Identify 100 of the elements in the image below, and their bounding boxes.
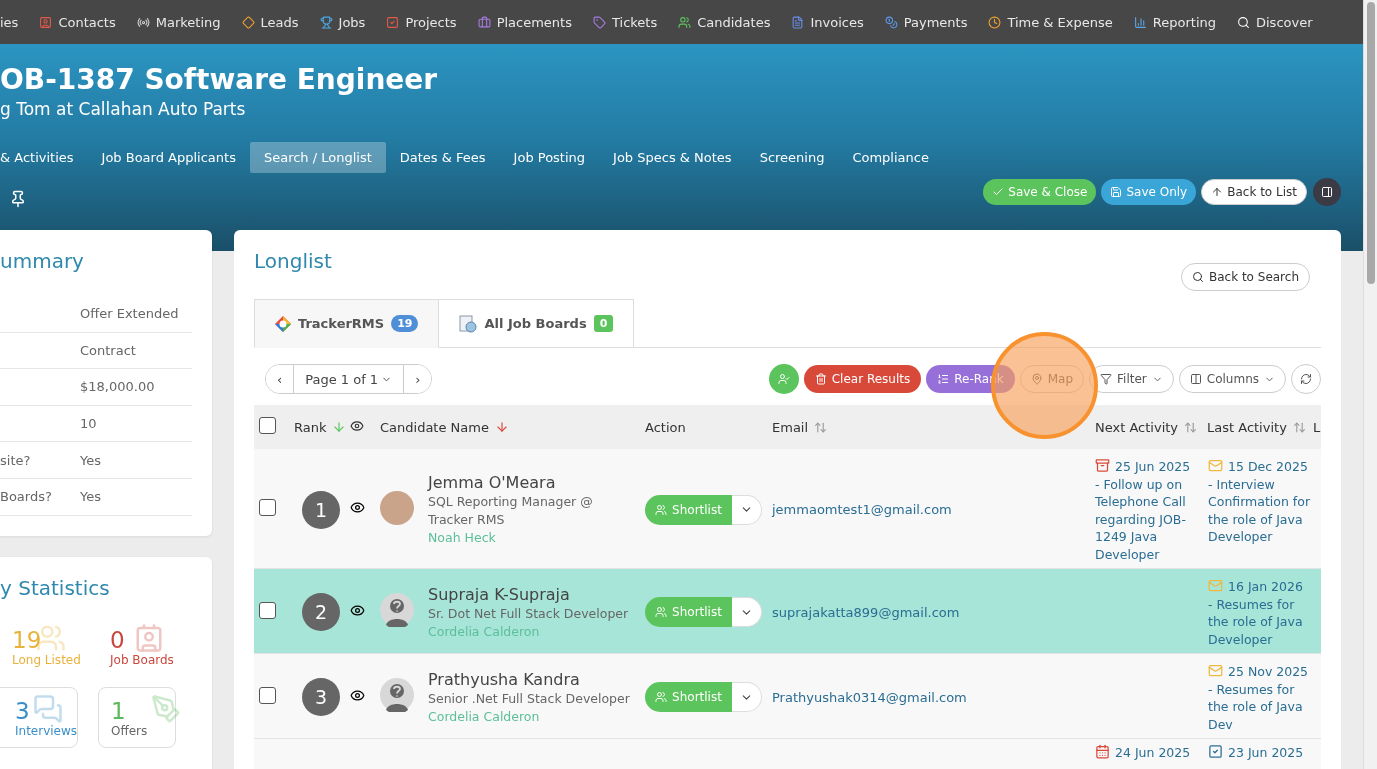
eye-icon: [350, 602, 365, 618]
panel-icon: [1321, 186, 1333, 198]
back-to-list-button[interactable]: Back to List: [1201, 179, 1307, 205]
source-tab[interactable]: All Job Boards 0: [439, 299, 635, 348]
users-icon: [655, 691, 668, 703]
nav-link[interactable]: Projects: [386, 14, 457, 30]
row-checkbox[interactable]: [259, 601, 276, 619]
candidate-title: SQL Reporting Manager @ Tracker RMS: [428, 493, 594, 529]
document-icon: [791, 15, 805, 29]
nav-link[interactable]: Payments: [884, 14, 968, 30]
rank-badge: 2: [302, 593, 340, 631]
field-value: $18,000.00: [80, 379, 156, 395]
section-tab[interactable]: & Activities: [0, 142, 88, 173]
candidate-row[interactable]: [254, 449, 1321, 569]
activity-link[interactable]: 15 Dec 2025 - Interview Confirmation for the role of Java Developer: [1203, 456, 1313, 546]
column-header[interactable]: Email: [772, 419, 1090, 435]
briefcase-icon: [477, 15, 491, 29]
checkbox-icon: [386, 15, 400, 29]
section-tab[interactable]: Dates & Fees: [385, 142, 500, 173]
nav-link[interactable]: Time & Expense: [988, 14, 1113, 30]
next-page-button[interactable]: ›: [403, 365, 432, 393]
source-tab[interactable]: TrackerRMS 19: [254, 299, 440, 348]
pin-icon: [9, 190, 27, 208]
email-link[interactable]: suprajakatta899@gmail.com: [768, 604, 1090, 620]
row-checkbox[interactable]: [259, 686, 276, 704]
section-tab[interactable]: Screening: [745, 142, 839, 173]
column-header[interactable]: Candidate Name: [380, 419, 640, 435]
checked-box-icon: [1208, 744, 1223, 759]
row-checkbox[interactable]: [259, 499, 276, 516]
person-icon: [678, 15, 692, 29]
stat-value: 19: [12, 626, 42, 653]
activity-link[interactable]: 23 Jun 2025: [1203, 742, 1313, 762]
envelope-icon: [1208, 578, 1223, 593]
field-label: Boards?: [0, 489, 53, 505]
section-tab[interactable]: Job Board Applicants: [87, 142, 250, 173]
candidate-row[interactable]: 3 Prathyusha Kandra Senior .Net Full Stack Developer Cordelia Calderon Shortlist Prathyushak0314@gmail.com 25 Nov 2025 - Resumes for the role of Java Dev: [254, 654, 1321, 739]
columns-button[interactable]: Columns: [1178, 365, 1286, 393]
filter-button[interactable]: Filter: [1089, 365, 1174, 393]
panel-toggle-button[interactable]: [1313, 178, 1341, 206]
email-link[interactable]: Prathyushak0314@gmail.com: [768, 689, 1090, 705]
activity-link[interactable]: 25 Nov 2025 - Resumes for the role of Java Dev: [1203, 661, 1313, 733]
candidate-title: Senior .Net Full Stack Developer: [428, 689, 631, 708]
nav-link[interactable]: Discover: [1237, 14, 1313, 30]
nav-link[interactable]: Invoices: [791, 14, 864, 30]
nav-link[interactable]: Tickets: [593, 14, 658, 30]
sort-icon: [1184, 420, 1198, 434]
candidate-name[interactable]: Supraja K-Supraja: [428, 583, 640, 605]
select-all-checkbox[interactable]: [259, 417, 276, 434]
columns-icon: [1189, 373, 1202, 385]
column-header[interactable]: Last Activity: [1207, 419, 1313, 435]
section-tab[interactable]: Job Posting: [499, 142, 600, 173]
clear-button[interactable]: Clear Results: [803, 365, 922, 393]
nav-link[interactable]: Candidates: [678, 14, 771, 30]
candidate-row[interactable]: 2 Supraja K-Supraja Sr. Dot Net Full Stack Developer Cordelia Calderon Shortlist suprajakatta899@gmail.com 16 Jan 2026 - Resumes for the role of Java Developer: [254, 569, 1321, 654]
users-icon: [777, 373, 790, 385]
coin-icon: [884, 15, 898, 29]
count-badge: 0: [593, 315, 614, 332]
clock-icon: [988, 15, 1002, 29]
candidate-name[interactable]: Jemma O'Meara: [428, 472, 640, 493]
job-subtitle: g Tom at Callahan Auto Parts: [0, 98, 247, 120]
photo-placeholder: [380, 490, 414, 525]
column-header[interactable]: Action: [645, 419, 768, 435]
section-tab[interactable]: Compliance: [838, 142, 943, 173]
card-title: ummary: [0, 248, 85, 274]
nav-link[interactable]: Jobs: [319, 14, 366, 30]
email-link[interactable]: jemmaomtest1@gmail.com: [768, 502, 1090, 517]
calendar-icon: [1095, 744, 1110, 759]
ordered-list-icon: [937, 373, 950, 385]
pen-nib-icon: [151, 693, 181, 724]
card-title: y Statistics: [0, 574, 111, 601]
rank-badge: 3: [302, 678, 340, 716]
back-to-search-button[interactable]: Back to Search: [1180, 263, 1310, 291]
rank-badge: 1: [302, 490, 340, 529]
stat-label: Offers: [111, 723, 148, 739]
activity-link[interactable]: 25 Jun 2025 - Follow up on Telephone Call regarding JOB-1249 Java Developer: [1090, 456, 1203, 563]
activity-link[interactable]: 24 Jun 2025: [1090, 742, 1203, 762]
sort-icon: [1292, 420, 1306, 434]
candidate-row[interactable]: 24 Jun 2025 23 Jun 2025: [254, 739, 1321, 769]
nav-link[interactable]: Placements: [477, 14, 572, 30]
candidate-title: Sr. Dot Net Full Stack Developer: [428, 604, 630, 623]
stat-value: 3: [15, 697, 30, 724]
column-header[interactable]: L: [1313, 419, 1321, 435]
stat-label: Long Listed: [12, 652, 81, 668]
nav-link[interactable]: ies: [0, 14, 19, 30]
antenna-icon: [136, 15, 150, 29]
nav-link[interactable]: Contacts: [39, 14, 116, 30]
nav-link[interactable]: Leads: [241, 14, 299, 30]
users-icon: [655, 503, 668, 516]
activity-link[interactable]: 16 Jan 2026 - Resumes for the role of Java Developer: [1203, 576, 1313, 648]
column-header[interactable]: Rank: [294, 419, 350, 435]
field-value: Yes: [80, 452, 102, 468]
refresh-button[interactable]: [1291, 364, 1321, 394]
nav-link[interactable]: Reporting: [1133, 14, 1216, 30]
envelope-icon: [1208, 458, 1223, 473]
candidate-name[interactable]: Prathyusha Kandra: [428, 668, 640, 690]
envelope-icon: [1208, 663, 1223, 678]
nav-link[interactable]: Marketing: [136, 14, 221, 30]
check-icon: [992, 186, 1005, 198]
column-header[interactable]: Next Activity: [1095, 419, 1203, 435]
section-tab[interactable]: Job Specs & Notes: [599, 142, 746, 173]
